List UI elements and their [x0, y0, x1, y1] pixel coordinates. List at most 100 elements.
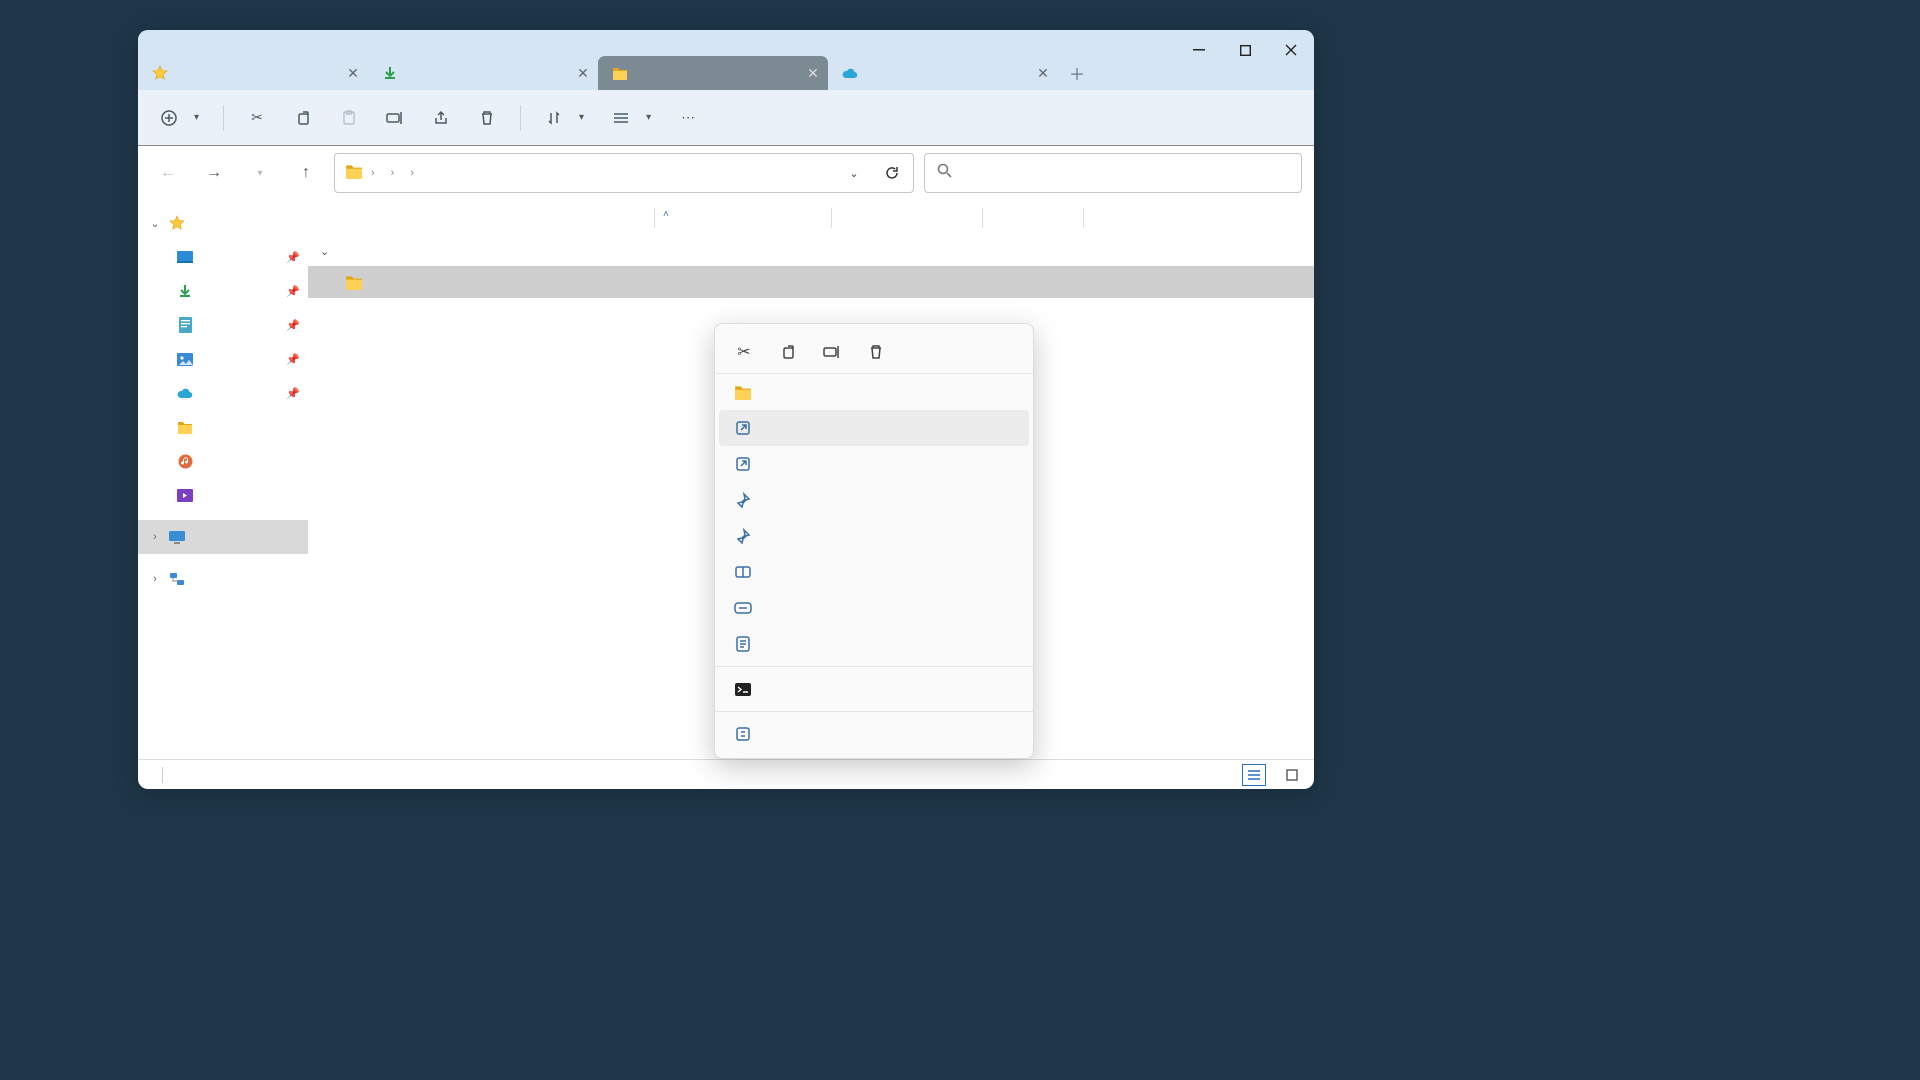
ctx-open-new-window[interactable]	[719, 446, 1029, 482]
cut-button[interactable]: ✂	[240, 100, 274, 136]
zip-icon	[733, 562, 753, 582]
back-button[interactable]: ←	[150, 155, 186, 191]
star-icon	[152, 65, 168, 81]
ctx-rename-button[interactable]	[821, 341, 843, 363]
group-today[interactable]: ⌄	[308, 236, 1314, 266]
cloud-icon	[842, 65, 858, 81]
up-button[interactable]: ↑	[288, 155, 324, 191]
close-tab-icon[interactable]: ✕	[806, 66, 820, 80]
close-tab-icon[interactable]: ✕	[346, 66, 360, 80]
ctx-cut-button[interactable]: ✂	[733, 341, 755, 363]
sidebar-item-desktop[interactable]: 📌	[138, 240, 308, 274]
ctx-delete-button[interactable]	[865, 341, 887, 363]
column-date[interactable]: ˄	[655, 213, 831, 224]
tab-downloads[interactable]: ✕	[368, 56, 598, 90]
tab-techradar[interactable]: ✕	[598, 56, 828, 90]
maximize-button[interactable]	[1222, 30, 1268, 70]
titlebar: ✕ ✕ ✕ ✕ ＋	[138, 30, 1314, 90]
cloud-icon	[176, 384, 194, 402]
open-tab-icon	[733, 418, 753, 438]
sidebar-item-documents[interactable]: 📌	[138, 308, 308, 342]
ctx-open-new-tab[interactable]	[719, 410, 1029, 446]
chevron-down-icon: ⌄	[148, 217, 162, 230]
pin-icon	[733, 526, 753, 546]
recent-button[interactable]: ▾	[242, 155, 278, 191]
path-icon	[733, 598, 753, 618]
sidebar-item-pictures[interactable]: 📌	[138, 342, 308, 376]
chevron-right-icon: ›	[148, 573, 162, 585]
chevron-right-icon: ›	[148, 531, 162, 543]
status-bar	[138, 759, 1314, 789]
properties-icon	[733, 634, 753, 654]
sidebar-item-downloads2[interactable]	[138, 410, 308, 444]
chevron-right-icon: ›	[371, 167, 375, 179]
tab-icloud[interactable]: ✕	[828, 56, 1058, 90]
sidebar-item-downloads[interactable]: 📌	[138, 274, 308, 308]
copy-button[interactable]	[286, 100, 320, 136]
details-view-button[interactable]	[1242, 764, 1266, 786]
music-icon	[176, 452, 194, 470]
trash-icon	[478, 109, 496, 127]
ctx-properties[interactable]	[719, 626, 1029, 662]
ctx-pin-start[interactable]	[719, 518, 1029, 554]
new-icon	[160, 109, 178, 127]
ctx-copy-path[interactable]	[719, 590, 1029, 626]
close-button[interactable]	[1268, 30, 1314, 70]
forward-button[interactable]: →	[196, 155, 232, 191]
more-icon	[733, 724, 753, 744]
ctx-pin-quick-access[interactable]	[719, 482, 1029, 518]
share-icon	[432, 109, 450, 127]
thumbnails-view-button[interactable]	[1280, 764, 1304, 786]
divider	[223, 105, 224, 131]
window-controls	[1176, 30, 1314, 70]
tab-file-explorer[interactable]: ✕	[138, 56, 368, 90]
close-tab-icon[interactable]: ✕	[1036, 66, 1050, 80]
rename-button[interactable]	[378, 100, 412, 136]
address-bar[interactable]: › › › ⌄	[334, 153, 914, 193]
open-window-icon	[733, 454, 753, 474]
search-box[interactable]	[924, 153, 1302, 193]
sidebar-item-music[interactable]	[138, 444, 308, 478]
sidebar-item-icloud[interactable]: 📌	[138, 376, 308, 410]
sidebar-this-pc[interactable]: ›	[138, 520, 308, 554]
video-icon	[176, 486, 194, 504]
new-button[interactable]: ▾	[152, 100, 207, 136]
delete-button[interactable]	[470, 100, 504, 136]
search-input[interactable]	[962, 165, 1289, 181]
share-button[interactable]	[424, 100, 458, 136]
download-icon	[382, 65, 398, 81]
sort-asc-icon: ˄	[663, 209, 669, 220]
ctx-open[interactable]	[719, 374, 1029, 410]
ctx-compress-zip[interactable]	[719, 554, 1029, 590]
context-menu: ✂	[714, 323, 1034, 759]
desktop-icon	[176, 248, 194, 266]
toolbar: ▾ ✂ ▾ ▾ ⋯	[138, 90, 1314, 146]
sort-button[interactable]: ▾	[537, 100, 592, 136]
ctx-copy-button[interactable]	[777, 341, 799, 363]
minimize-button[interactable]	[1176, 30, 1222, 70]
more-button[interactable]: ⋯	[671, 100, 705, 136]
address-history-button[interactable]: ⌄	[839, 158, 869, 188]
divider	[715, 711, 1033, 712]
new-tab-button[interactable]: ＋	[1058, 56, 1096, 90]
sidebar-quick-access[interactable]: ⌄	[138, 206, 308, 240]
paste-button[interactable]	[332, 100, 366, 136]
sidebar-item-videos[interactable]	[138, 478, 308, 512]
sidebar-network[interactable]: ›	[138, 562, 308, 596]
paste-icon	[340, 109, 358, 127]
folder-icon	[176, 418, 194, 436]
file-row-tabs[interactable]	[308, 266, 1314, 298]
sidebar: ⌄ 📌 📌 📌 📌	[138, 200, 308, 759]
download-icon	[176, 282, 194, 300]
ctx-show-more[interactable]	[719, 716, 1029, 752]
refresh-button[interactable]	[877, 158, 907, 188]
close-tab-icon[interactable]: ✕	[576, 66, 590, 80]
folder-icon	[612, 65, 628, 81]
pin-icon: 📌	[286, 353, 300, 366]
chevron-right-icon: ›	[391, 167, 395, 179]
ctx-open-terminal[interactable]	[719, 671, 1029, 707]
divider	[715, 666, 1033, 667]
view-button[interactable]: ▾	[604, 100, 659, 136]
folder-icon	[733, 382, 753, 402]
pin-icon: 📌	[286, 251, 300, 264]
